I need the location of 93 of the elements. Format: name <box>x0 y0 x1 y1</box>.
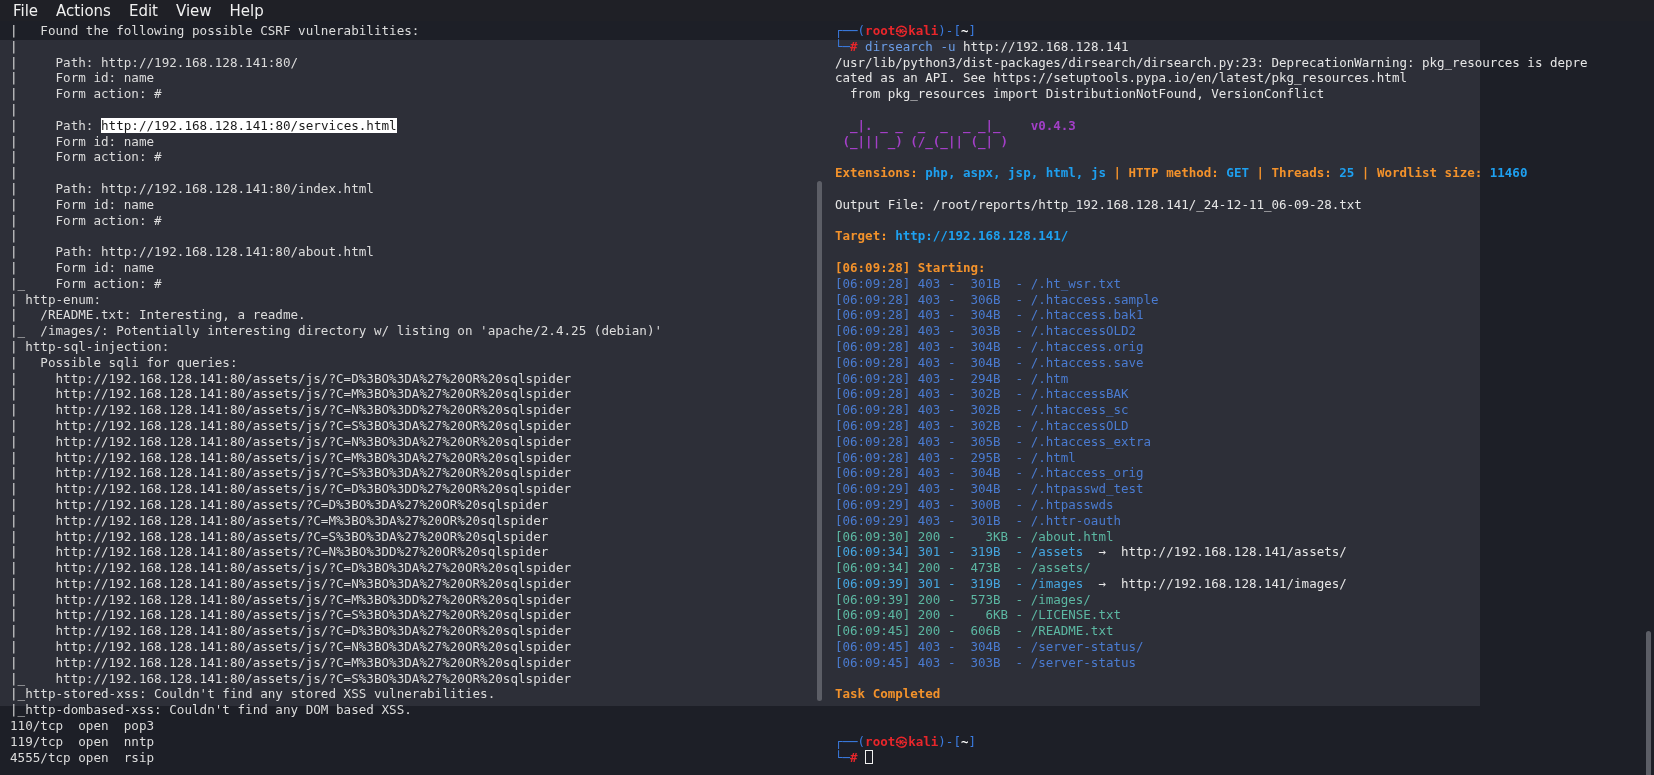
terminal-line: | Form action: # <box>10 149 162 165</box>
terminal-line: | Possible sqli for queries: <box>10 354 238 370</box>
terminal-line: | http://192.168.128.141:80/assets/js/?C=D%3BO%3DA%27%20OR%20sqlspider <box>10 370 572 386</box>
terminal-line: [06:09:28] 403 - 294B - /.htm <box>835 370 1069 386</box>
terminal-line: [06:09:39] 200 - 573B - /images/ <box>835 591 1091 607</box>
terminal-line: 119/tcp open nntp <box>10 733 155 749</box>
terminal-line: | http://192.168.128.141:80/assets/js/?C=N%3BO%3DA%27%20OR%20sqlspider <box>10 433 572 449</box>
menu-item[interactable]: View <box>166 0 221 21</box>
terminal-line: [06:09:29] 403 - 301B - /.httr-oauth <box>835 512 1121 528</box>
terminal-line: [06:09:45] 403 - 303B - /server-status <box>835 654 1137 670</box>
terminal-line: | Path: <box>10 117 95 133</box>
terminal-line: 110/tcp open pop3 <box>10 718 155 734</box>
terminal-line: | Path: http://192.168.128.141:80/ <box>10 54 299 70</box>
terminal-line: | Form id: name <box>10 259 155 275</box>
terminal-line: from pkg_resources import DistributionNotFound, VersionConflict <box>849 86 1325 102</box>
terminal-line: └─# dirsearch -u http://192.168.128.141 <box>835 38 1129 54</box>
terminal-line: Target: http://192.168.128.141/ <box>835 228 1069 244</box>
terminal-line: [06:09:28] 403 - 304B - /.htaccess_orig <box>835 465 1144 481</box>
terminal-line: | http://192.168.128.141:80/assets/js/?C=S%3BO%3DA%27%20OR%20sqlspider <box>10 417 572 433</box>
terminal-line: | Form id: name <box>10 196 155 212</box>
terminal-line: | <box>10 38 18 54</box>
terminal-line: | http://192.168.128.141:80/assets/js/?C=S%3BO%3DA%27%20OR%20sqlspider <box>10 607 572 623</box>
terminal-line: | /README.txt: Interesting, a readme. <box>10 307 306 323</box>
terminal-line: | Path: http://192.168.128.141:80/index.html <box>10 180 374 196</box>
terminal-line: | http-enum: <box>10 291 101 307</box>
terminal-line: ┌──(root㉿kali)-[~] <box>835 23 976 38</box>
scrollbar[interactable] <box>1646 631 1651 775</box>
menu-item[interactable]: Help <box>220 0 273 21</box>
terminal-line: | http://192.168.128.141:80/assets/?C=N%3BO%3DD%27%20OR%20sqlspider <box>10 544 549 560</box>
scrollbar[interactable] <box>817 181 822 701</box>
terminal-line: [06:09:28] 403 - 304B - /.htaccess.save <box>835 354 1144 370</box>
terminal-line: | http://192.168.128.141:80/assets/js/?C=N%3BO%3DA%27%20OR%20sqlspider <box>10 639 572 655</box>
terminal-line: |_http-dombased-xss: Couldn't find any DOM based XSS. <box>10 702 412 718</box>
terminal-line: | Form action: # <box>10 86 162 102</box>
terminal-line: [06:09:28] 403 - 295B - /.html <box>835 449 1076 465</box>
menu-item[interactable]: Actions <box>47 0 120 21</box>
terminal-line: Output File: /root/reports/http_192.168.128.141/_24-12-11_06-09-28.txt <box>835 196 1362 212</box>
text-cursor <box>864 749 873 764</box>
terminal-line: | http://192.168.128.141:80/assets/?C=S%3BO%3DA%27%20OR%20sqlspider <box>10 528 549 544</box>
terminal-line: [06:09:28] 403 - 302B - /.htaccessBAK <box>835 386 1129 402</box>
terminal-line: [06:09:45] 200 - 606B - /README.txt <box>835 623 1114 639</box>
terminal-line: [06:09:34] 200 - 473B - /assets/ <box>835 560 1091 576</box>
terminal-line: | http://192.168.128.141:80/assets/js/?C=M%3BO%3DA%27%20OR%20sqlspider <box>10 654 572 670</box>
menu-item[interactable]: Edit <box>119 0 167 21</box>
menu-item[interactable]: File <box>4 0 48 21</box>
terminal-line: 4555/tcp open rsip <box>10 749 155 765</box>
terminal-line: | <box>10 165 18 181</box>
terminal-line: | Form id: name <box>10 70 155 86</box>
terminal-line: [06:09:29] 403 - 300B - /.htpasswds <box>835 496 1114 512</box>
terminal-line: | http://192.168.128.141:80/assets/js/?C=D%3BO%3DA%27%20OR%20sqlspider <box>10 623 572 639</box>
terminal-line: [06:09:29] 403 - 304B - /.htpasswd_test <box>835 481 1144 497</box>
terminal-line: | http://192.168.128.141:80/assets/js/?C=M%3BO%3DD%27%20OR%20sqlspider <box>10 591 572 607</box>
terminal-line: |_ /images/: Potentially interesting directory w/ listing on 'apache/2.4.25 (debian)' <box>10 323 663 339</box>
terminal-line: |_ http://192.168.128.141:80/assets/js/?C=S%3BO%3DA%27%20OR%20sqlspider <box>10 670 572 686</box>
terminal-line: [06:09:28] 403 - 302B - /.htaccessOLD <box>835 417 1129 433</box>
terminal-line: | http://192.168.128.141:80/assets/js/?C=M%3BO%3DA%27%20OR%20sqlspider <box>10 386 572 402</box>
terminal-line: /usr/lib/python3/dist-packages/dirsearch/dirsearch.py:23: DeprecationWarning: pkg_resources is depre <box>835 54 1588 70</box>
terminal-line: [06:09:28] 403 - 301B - /.ht_wsr.txt <box>835 275 1121 291</box>
terminal-line: [06:09:28] 403 - 303B - /.htaccessOLD2 <box>835 323 1137 339</box>
terminal-line: | http://192.168.128.141:80/assets/js/?C=N%3BO%3DA%27%20OR%20sqlspider <box>10 575 572 591</box>
terminal-line: |_ Form action: # <box>10 275 162 291</box>
terminal-line: [06:09:28] 403 - 304B - /.htaccess.bak1 <box>835 307 1144 323</box>
terminal-line: [06:09:28] Starting: <box>835 259 987 275</box>
terminal-line: | http://192.168.128.141:80/assets/?C=M%3BO%3DA%27%20OR%20sqlspider <box>10 512 549 528</box>
terminal-line: |_http-stored-xss: Couldn't find any stored XSS vulnerabilities. <box>10 686 496 702</box>
terminal-line: [06:09:30] 200 - 3KB - /about.html <box>835 528 1114 544</box>
terminal-line: [06:09:34] 301 - 319B - /assets → http://192.168.128.141/assets/ <box>835 544 1347 560</box>
terminal-line: | http://192.168.128.141:80/assets/js/?C=M%3BO%3DA%27%20OR%20sqlspider <box>10 449 572 465</box>
terminal-line: [06:09:28] 403 - 306B - /.htaccess.sample <box>835 291 1159 307</box>
terminal-line: | http://192.168.128.141:80/assets/js/?C=S%3BO%3DA%27%20OR%20sqlspider <box>10 465 572 481</box>
terminal-line: └─# <box>835 749 858 765</box>
terminal-line: | <box>10 102 18 117</box>
terminal-line: [06:09:39] 301 - 319B - /images → http://192.168.128.141/images/ <box>835 575 1347 591</box>
terminal-line: [06:09:28] 403 - 305B - /.htaccess_extra <box>835 433 1152 449</box>
terminal-line: [06:09:28] 403 - 304B - /.htaccess.orig <box>835 338 1144 354</box>
terminal-line: [06:09:45] 403 - 304B - /server-status/ <box>835 639 1144 655</box>
terminal-line: [06:09:28] 403 - 302B - /.htaccess_sc <box>835 402 1129 418</box>
terminal-line: | Form id: name <box>10 133 155 149</box>
terminal-line: | http://192.168.128.141:80/assets/js/?C=N%3BO%3DD%27%20OR%20sqlspider <box>10 402 572 418</box>
terminal-line: | Path: http://192.168.128.141:80/about.html <box>10 244 374 260</box>
terminal-line: | http://192.168.128.141:80/assets/js/?C=D%3BO%3DA%27%20OR%20sqlspider <box>10 560 572 576</box>
terminal-line: ┌──(root㉿kali)-[~] <box>835 733 976 749</box>
terminal-line: | http://192.168.128.141:80/assets/?C=D%3BO%3DA%27%20OR%20sqlspider <box>10 496 549 512</box>
terminal-line: Task Completed <box>835 686 941 702</box>
terminal-line: | <box>10 228 18 244</box>
terminal-line: | http://192.168.128.141:80/assets/js/?C=D%3BO%3DD%27%20OR%20sqlspider <box>10 481 572 497</box>
terminal-line: | Found the following possible CSRF vulnerabilities: <box>10 23 420 38</box>
terminal-line: _|. _ _ _ _ _ _|_ v0.4.3 <box>849 117 1076 133</box>
terminal-line: [06:09:40] 200 - 6KB - /LICENSE.txt <box>835 607 1121 623</box>
terminal-line: cated as an API. See https://setuptools.pypa.io/en/latest/pkg_resources.html <box>835 70 1407 86</box>
terminal-line: | Form action: # <box>10 212 162 228</box>
terminal-line: | http-sql-injection: <box>10 338 170 354</box>
terminal-line: Extensions: php, aspx, jsp, html, js | HTTP method: GET | Threads: 25 | Wordlist size: 11460 <box>835 165 1528 181</box>
